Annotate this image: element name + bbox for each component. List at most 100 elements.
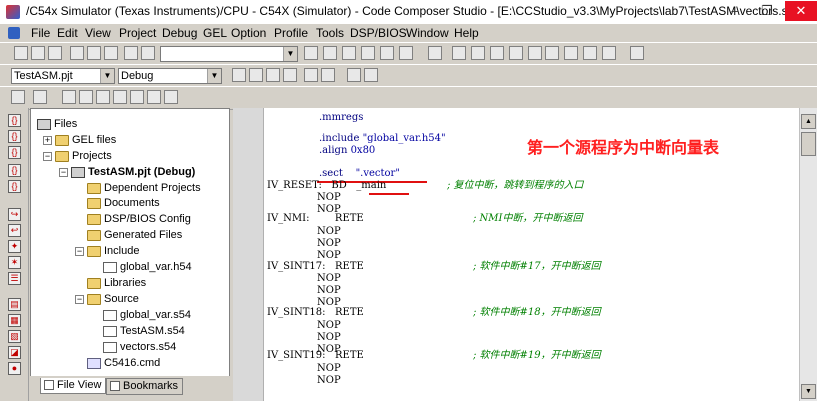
scroll-thumb[interactable] [801,132,816,156]
menu-dspbios[interactable]: DSP/BIOS [350,26,407,40]
step-out-icon[interactable]: {} [8,164,21,177]
probe-point-icon[interactable] [321,68,335,82]
paste-icon[interactable] [104,46,118,60]
asm-step-into-icon[interactable]: ↪ [8,208,21,221]
run-icon[interactable]: {} [8,114,21,127]
tree-file-vectors-s54[interactable]: vectors.s54 [103,340,176,355]
expand-icon[interactable]: + [43,136,52,145]
chevron-down-icon[interactable]: ▼ [207,69,221,83]
menu-help[interactable]: Help [454,26,479,40]
collapse-icon[interactable]: − [43,152,52,161]
project-view-icon[interactable] [11,90,25,104]
animate-icon[interactable]: ✶ [8,256,21,269]
tree-file-global-var-h54[interactable]: global_var.h54 [103,260,192,275]
scroll-down-icon[interactable]: ▼ [801,384,816,399]
editor-gutter[interactable] [233,108,264,401]
config-combo[interactable]: Debug ▼ [118,68,222,84]
minimize-button[interactable]: – [721,1,749,21]
compile-icon[interactable] [232,68,246,82]
menu-tools[interactable]: Tools [316,26,344,40]
search-combo[interactable]: ▼ [160,46,298,62]
menu-view[interactable]: View [85,26,111,40]
close-button[interactable]: ✕ [785,1,817,21]
undo-icon[interactable] [124,46,138,60]
chevron-down-icon[interactable]: ▼ [100,69,114,83]
menu-window[interactable]: Window [406,26,449,40]
tab-file-view[interactable]: File View [40,378,107,394]
chevron-down-icon[interactable]: ▼ [283,47,297,61]
menu-file[interactable]: File [31,26,50,40]
new-file-icon[interactable] [14,46,28,60]
tree-files[interactable]: Files [37,117,77,132]
step-over-icon[interactable]: {} [8,146,21,159]
code-editor[interactable]: ▲ ▼ 第一个源程序为中断向量表 .mmregs .include "globa… [233,108,817,401]
project-combo[interactable]: TestASM.pjt ▼ [11,68,115,84]
tree-project-testasm[interactable]: TestASM.pjt (Debug) [71,165,195,180]
rebuild-all-icon[interactable] [266,68,280,82]
collapse-icon[interactable]: − [59,168,68,177]
tree-dependent-projects[interactable]: Dependent Projects [87,181,201,196]
symbol-browser-icon[interactable] [164,90,178,104]
help-icon[interactable] [545,46,559,60]
tab-bookmarks[interactable]: Bookmarks [106,378,184,395]
bookmark-prev-icon[interactable] [490,46,504,60]
tree-file-global-var-s54[interactable]: global_var.s54 [103,308,191,323]
redo-icon[interactable] [141,46,155,60]
document-icon[interactable] [8,27,20,39]
disasm-view-icon[interactable]: ▧ [8,330,21,343]
context-help-icon[interactable] [564,46,578,60]
find-icon[interactable] [304,46,318,60]
menu-project[interactable]: Project [119,26,156,40]
menu-edit[interactable]: Edit [57,26,78,40]
tree-file-testasm-s54[interactable]: TestASM.s54 [103,324,185,339]
tree-generated-files[interactable]: Generated Files [87,228,182,243]
options-icon[interactable] [630,46,644,60]
menu-option[interactable]: Option [231,26,266,40]
menu-debug[interactable]: Debug [162,26,197,40]
tree-file-c5416-cmd[interactable]: C5416.cmd [87,356,160,371]
bookmark-next-icon[interactable] [471,46,485,60]
bookmark-clear-icon[interactable] [509,46,523,60]
tree-projects[interactable]: Projects [55,149,112,164]
cut-icon[interactable] [70,46,84,60]
menu-gel[interactable]: GEL [203,26,227,40]
tree-libraries[interactable]: Libraries [87,276,146,291]
indent-icon[interactable] [380,46,394,60]
halt-icon[interactable]: ✦ [8,240,21,253]
find-in-files-icon[interactable] [361,46,375,60]
run-to-cursor-icon[interactable]: {} [8,180,21,193]
memory-view-icon[interactable]: ▦ [8,314,21,327]
collapse-icon[interactable]: − [75,247,84,256]
graph-icon[interactable] [130,90,144,104]
output-window-icon[interactable] [147,90,161,104]
registers-view-icon[interactable]: ▤ [8,298,21,311]
breakpoint-icon[interactable] [304,68,318,82]
gel-icon[interactable] [33,90,47,104]
collapse-icon[interactable]: − [75,295,84,304]
asm-step-over-icon[interactable]: ↩ [8,224,21,237]
bookmark-toggle-icon[interactable] [452,46,466,60]
menu-profile[interactable]: Profile [274,26,308,40]
outdent-icon[interactable] [399,46,413,60]
mixed-mode-icon[interactable] [583,46,597,60]
open-file-icon[interactable] [31,46,45,60]
source-mode-icon[interactable] [602,46,616,60]
watch-view-icon[interactable]: ◪ [8,346,21,359]
save-icon[interactable] [48,46,62,60]
vertical-scrollbar[interactable]: ▲ ▼ [799,108,817,401]
tree-include[interactable]: Include [87,244,139,259]
reset-icon[interactable]: ☰ [8,272,21,285]
tree-documents[interactable]: Documents [87,196,160,211]
watch-icon[interactable] [347,68,361,82]
step-into-icon[interactable]: {} [8,130,21,143]
registers-icon[interactable] [62,90,76,104]
maximize-button[interactable]: ❐ [753,1,781,21]
tree-gel-files[interactable]: GEL files [55,133,116,148]
profiler-icon[interactable]: ● [8,362,21,375]
find-prev-icon[interactable] [342,46,356,60]
build-icon[interactable] [249,68,263,82]
call-stack-icon[interactable] [113,90,127,104]
quick-watch-icon[interactable] [364,68,378,82]
find-next-icon[interactable] [323,46,337,60]
disassembly-icon[interactable] [96,90,110,104]
